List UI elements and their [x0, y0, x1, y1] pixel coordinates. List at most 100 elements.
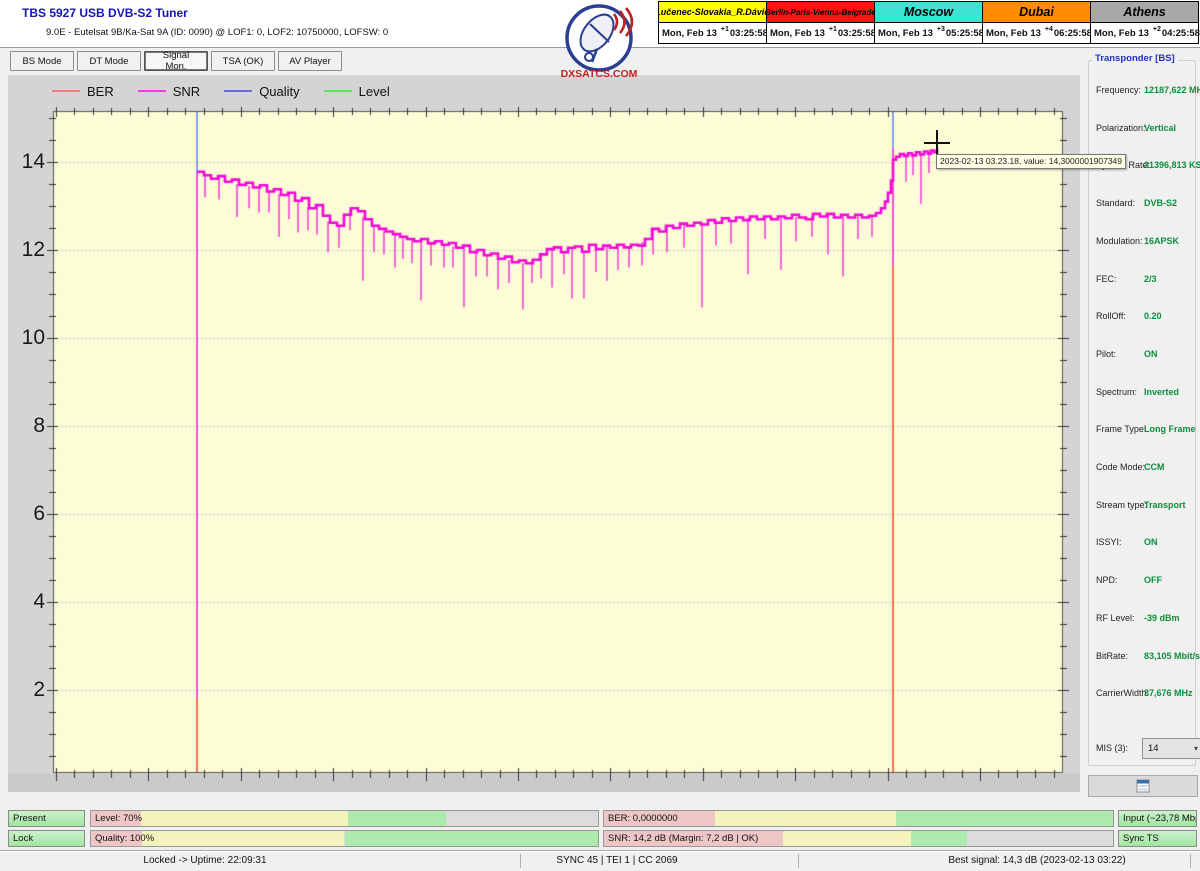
clock-utc-offset: +2 — [1153, 26, 1161, 33]
field-value: ON — [1144, 537, 1158, 547]
clock-panel-4: DubaiMon, Feb 13+406:25:58 — [983, 2, 1091, 43]
clock-time: 06:25:58 — [1054, 28, 1092, 39]
indicator-input: Input (~23,78 Mbps) — [1118, 810, 1197, 827]
progress-segment — [348, 811, 446, 826]
logo-text: DXSATCS.COM — [556, 68, 642, 80]
indicator-sync-ts: Sync TS — [1118, 830, 1197, 847]
y-tick-label: 4 — [8, 590, 45, 614]
field-row-bitrate: BitRate:83,105 Mbit/s — [1096, 651, 1200, 664]
field-value: ON — [1144, 349, 1158, 359]
tab-av-player[interactable]: AV Player — [278, 51, 342, 71]
field-value: Transport — [1144, 500, 1186, 510]
clock-city-label: Moscow — [875, 2, 982, 23]
y-tick-label: 10 — [8, 326, 45, 350]
progress-segment — [896, 811, 1113, 826]
field-row-polarization: Polarization:Vertical — [1096, 123, 1176, 136]
legend-item-ber: BER — [52, 84, 114, 99]
clock-date: Mon, Feb 13 — [770, 28, 825, 39]
field-value: Inverted — [1144, 387, 1179, 397]
progress-segment — [141, 811, 347, 826]
legend-swatch-snr — [138, 90, 166, 92]
y-tick-label: 12 — [8, 238, 45, 262]
field-value: 83,105 Mbit/s — [1144, 651, 1200, 661]
field-row-issyi: ISSYI:ON — [1096, 537, 1158, 550]
progress-bar-snr: SNR: 14,2 dB (Margin: 7,2 dB | OK) — [603, 830, 1114, 847]
tab-bs-mode[interactable]: BS Mode — [10, 51, 74, 71]
clock-utc-offset: +1 — [721, 26, 729, 33]
field-row-frame-type: Frame Type:Long Frame — [1096, 424, 1196, 437]
y-tick-label: 14 — [8, 150, 45, 174]
clock-city-label: Berlin-Paris-Vienna-Belgrade — [767, 2, 874, 23]
clock-panel-5: AthensMon, Feb 13+204:25:58 — [1091, 2, 1198, 43]
field-value: 37,676 MHz — [1144, 688, 1193, 698]
progress-segment — [715, 811, 895, 826]
app-window: { "window": { "title": "TBS 5927 USB DVB… — [0, 0, 1200, 870]
tab-tsa-ok[interactable]: TSA (OK) — [211, 51, 275, 71]
field-label: Spectrum: — [1096, 387, 1144, 397]
clock-time: 03:25:58 — [730, 28, 768, 39]
field-value: Vertical — [1144, 123, 1176, 133]
y-tick-label: 2 — [8, 678, 45, 702]
field-value: CCM — [1144, 462, 1165, 472]
clock-date: Mon, Feb 13 — [878, 28, 933, 39]
field-label: RF Level: — [1096, 613, 1144, 623]
chart-canvas[interactable] — [8, 75, 1080, 792]
sync-tei-cc-status: SYNC 45 | TEI 1 | CC 2069 — [517, 855, 717, 866]
clock-time-row: Mon, Feb 13+305:25:58 — [875, 23, 982, 43]
legend-label: Level — [359, 84, 390, 99]
lock-uptime-status: Locked -> Uptime: 22:09:31 — [100, 855, 310, 866]
field-row-modulation: Modulation:16APSK — [1096, 236, 1179, 249]
world-clocks: Lučenec-Slovakia_R.DávidMon, Feb 13+103:… — [658, 1, 1199, 44]
field-label: FEC: — [1096, 274, 1144, 284]
field-label: CarrierWidth: — [1096, 688, 1144, 698]
clock-panel-3: MoscowMon, Feb 13+305:25:58 — [875, 2, 983, 43]
statusbar-divider — [1190, 854, 1191, 868]
field-row-frequency: Frequency:12187,622 MHz — [1096, 85, 1200, 98]
crosshair-icon — [936, 130, 938, 156]
tab-dt-mode[interactable]: DT Mode — [77, 51, 141, 71]
mis-dropdown[interactable]: 14 ▾ — [1142, 738, 1200, 759]
field-value: -39 dBm — [1144, 613, 1180, 623]
progress-label: Quality: 100% — [95, 831, 154, 846]
legend-swatch-ber — [52, 90, 80, 92]
status-bar: Locked -> Uptime: 22:09:31 SYNC 45 | TEI… — [0, 850, 1200, 871]
field-value: 31396,813 KS/s — [1144, 160, 1200, 170]
field-row-code-mode: Code Mode:CCM — [1096, 462, 1165, 475]
clock-city-label: Dubai — [983, 2, 1090, 23]
field-row-spectrum: Spectrum:Inverted — [1096, 387, 1179, 400]
clock-utc-offset: +4 — [1045, 26, 1053, 33]
clock-time-row: Mon, Feb 13 +103:25:58 — [659, 23, 766, 43]
field-row-rolloff: RollOff:0.20 — [1096, 311, 1162, 324]
field-label: Frequency: — [1096, 85, 1144, 95]
field-label: NPD: — [1096, 575, 1144, 585]
field-value: 16APSK — [1144, 236, 1179, 246]
legend-item-snr: SNR — [138, 84, 200, 99]
legend-label: SNR — [173, 84, 200, 99]
field-label: Frame Type: — [1096, 424, 1144, 434]
clock-date: Mon, Feb 13 — [1094, 28, 1149, 39]
tab-signal-mon[interactable]: Signal Mon. — [144, 51, 208, 71]
progress-label: Level: 70% — [95, 811, 142, 826]
progress-label: SNR: 14,2 dB (Margin: 7,2 dB | OK) — [608, 831, 758, 846]
panel-toggle-button[interactable] — [1088, 775, 1198, 797]
chevron-down-icon: ▾ — [1194, 744, 1198, 753]
dxsatcs-logo: DXSATCS.COM — [556, 2, 642, 80]
field-label: Standard: — [1096, 198, 1144, 208]
progress-bar-ber: BER: 0,0000000 — [603, 810, 1114, 827]
legend-swatch-level — [324, 90, 352, 92]
chart-tooltip: 2023-02-13 03.23.18, value: 14,300000190… — [936, 154, 1126, 169]
clock-time: 05:25:58 — [946, 28, 984, 39]
field-label: BitRate: — [1096, 651, 1144, 661]
clock-utc-offset: +1 — [829, 26, 837, 33]
clock-date: Mon, Feb 13 — [662, 28, 717, 39]
progress-segment — [345, 831, 599, 846]
legend-item-level: Level — [324, 84, 390, 99]
statusbar-divider — [520, 854, 521, 868]
best-signal-status: Best signal: 14,3 dB (2023-02-13 03:22) — [927, 855, 1147, 866]
field-label: Stream type: — [1096, 500, 1144, 510]
legend-label: Quality — [259, 84, 299, 99]
progress-segment — [142, 831, 345, 846]
field-value: 2/3 — [1144, 274, 1157, 284]
legend-swatch-quality — [224, 90, 252, 92]
indicator-lock: Lock — [8, 830, 85, 847]
